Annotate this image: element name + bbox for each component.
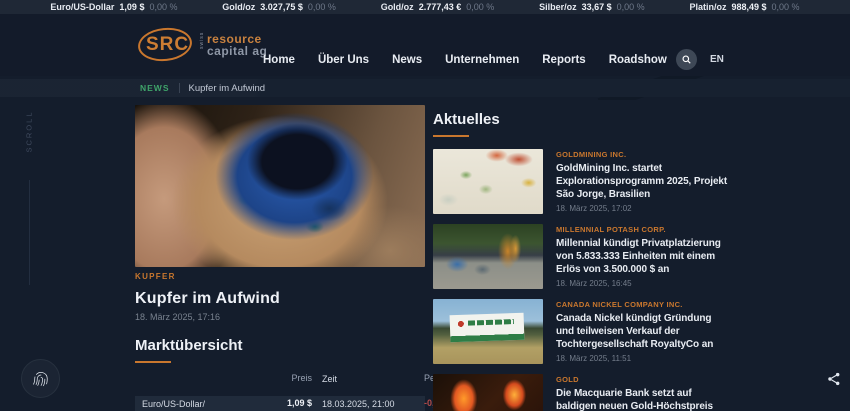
- news-text: GOLD Die Macquarie Bank setzt auf baldig…: [556, 374, 728, 411]
- scroll-line: [29, 180, 30, 285]
- news-thumbnail-canada-nickel-sign: [433, 299, 543, 364]
- breadcrumb-separator: [178, 83, 180, 93]
- instrument-time: 18.03.2025, 21:00: [322, 399, 395, 409]
- logo-acronym: SRC: [146, 34, 190, 55]
- breadcrumb: NEWS Kupfer im Aufwind: [0, 79, 850, 97]
- share-icon: [828, 372, 840, 386]
- commodity-ticker-bar: Euro/US-Dollar 1,09 $ 0,00 % Gold/oz 3.0…: [0, 0, 850, 14]
- aktuelles-sidebar: Aktuelles GOLDMINING INC. GoldMining Inc…: [433, 105, 733, 411]
- breadcrumb-section-news[interactable]: NEWS: [140, 83, 170, 93]
- news-date: 18. März 2025, 11:51: [556, 354, 632, 363]
- news-date: 18. März 2025, 16:45: [556, 279, 632, 288]
- ticker-item-gold-usd: Gold/oz 3.027,75 $ 0,00 %: [222, 2, 336, 12]
- language-switch-en[interactable]: EN: [710, 54, 724, 65]
- ticker-label: Silber/oz: [539, 2, 577, 12]
- news-thumbnail-drill-site: [433, 224, 543, 289]
- ticker-label: Gold/oz: [222, 2, 256, 12]
- ticker-item-silver-usd: Silber/oz 33,67 $ 0,00 %: [539, 2, 645, 12]
- ticker-change: 0,00 %: [616, 2, 645, 12]
- col-instrument: [142, 373, 238, 374]
- market-overview-title: Marktübersicht: [135, 337, 243, 354]
- header-actions: EN: [676, 49, 724, 70]
- news-thumbnail-exploration-map: [433, 149, 543, 214]
- ticker-change: 0,00 %: [307, 2, 336, 12]
- ticker-label: Euro/US-Dollar: [50, 2, 115, 12]
- article-title: Kupfer im Aufwind: [135, 290, 281, 307]
- col-preis: Preis: [291, 373, 312, 383]
- news-title: Die Macquarie Bank setzt auf baldigen ne…: [556, 388, 713, 411]
- market-table-body: Euro/US-Dollar/ 1,09 $ 18.03.2025, 21:00…: [135, 396, 453, 411]
- news-list: GOLDMINING INC. GoldMining Inc. startet …: [433, 149, 733, 411]
- ticker-change: 0,00 %: [771, 2, 800, 12]
- fingerprint-button[interactable]: [21, 359, 60, 398]
- main-content: KUPFER Kupfer im Aufwind 18. März 2025, …: [135, 105, 735, 411]
- instrument-name: Euro/US-Dollar/: [142, 399, 206, 409]
- logo-wordmark: resource capital ag: [207, 33, 267, 57]
- src-logo-mark: SRC: [136, 25, 196, 65]
- sign-board-shape: [449, 312, 525, 343]
- ticker-change: 0,00 %: [466, 2, 495, 12]
- main-navigation: Home Über Uns News Unternehmen Reports R…: [263, 54, 667, 66]
- nav-item-reports[interactable]: Reports: [542, 54, 585, 66]
- nav-item-home[interactable]: Home: [263, 54, 295, 66]
- news-company: GOLD: [556, 375, 579, 384]
- ticker-item-gold-eur: Gold/oz 2.777,43 € 0,00 %: [381, 2, 495, 12]
- market-table: Preis Zeit Perf. % Euro/US-Dollar/ 1,09 …: [135, 371, 453, 411]
- site-header: SRC swiss resource capital ag Home Über …: [0, 14, 850, 76]
- news-title: GoldMining Inc. startet Explorationspro­…: [556, 163, 728, 200]
- news-company: MILLENNIAL POTASH CORP.: [556, 225, 666, 234]
- aktuelles-title: Aktuelles: [433, 111, 500, 128]
- news-item-goldmining[interactable]: GOLDMINING INC. GoldMining Inc. startet …: [433, 149, 733, 214]
- fingerprint-icon: [32, 371, 48, 386]
- section-underline: [135, 361, 171, 363]
- section-underline: [433, 135, 469, 137]
- nav-item-unternehmen[interactable]: Unternehmen: [445, 54, 519, 66]
- page: Euro/US-Dollar 1,09 $ 0,00 % Gold/oz 3.0…: [0, 0, 850, 411]
- instrument-price: 1,09 $: [286, 398, 312, 408]
- src-logo[interactable]: SRC swiss resource capital ag: [136, 25, 267, 65]
- news-title: Millennial kündigt Privatplatzierung von…: [556, 238, 721, 275]
- breadcrumb-current-page: Kupfer im Aufwind: [188, 82, 266, 94]
- ticker-label: Gold/oz: [380, 2, 414, 12]
- ticker-value: 2.777,43 €: [418, 2, 462, 12]
- article-column: KUPFER Kupfer im Aufwind 18. März 2025, …: [135, 105, 453, 411]
- news-title: Canada Nickel kündigt Gründung und teilw…: [556, 313, 714, 350]
- news-text: MILLENNIAL POTASH CORP. Millennial kündi…: [556, 224, 728, 289]
- ticker-value: 33,67 $: [581, 2, 612, 12]
- news-text: GOLDMINING INC. GoldMining Inc. startet …: [556, 149, 728, 214]
- news-company: CANADA NICKEL COMPANY INC.: [556, 300, 683, 309]
- news-text: CANADA NICKEL COMPANY INC. Canada Nickel…: [556, 299, 728, 364]
- ticker-label: Platin/oz: [689, 2, 727, 12]
- search-icon: [682, 55, 691, 64]
- share-button[interactable]: [822, 367, 846, 391]
- col-zeit: Zeit: [322, 374, 338, 384]
- news-company: GOLDMINING INC.: [556, 150, 627, 159]
- article-hero-image-copper-ore: [135, 105, 425, 267]
- news-thumbnail-molten-gold: [433, 374, 543, 411]
- ticker-change: 0,00 %: [149, 2, 178, 12]
- nav-item-roadshow[interactable]: Roadshow: [609, 54, 667, 66]
- scroll-label: SCROLL: [24, 110, 34, 153]
- news-date: 18. März 2025, 17:02: [556, 204, 632, 213]
- scroll-indicator: SCROLL: [9, 110, 49, 285]
- nav-item-ueber-uns[interactable]: Über Uns: [318, 54, 369, 66]
- article-category-tag[interactable]: KUPFER: [135, 272, 425, 281]
- market-row-eur-usd: Euro/US-Dollar/ 1,09 $ 18.03.2025, 21:00…: [135, 396, 453, 411]
- ticker-value: 988,49 $: [731, 2, 767, 12]
- ticker-value: 1,09 $: [119, 2, 145, 12]
- article-date: 18. März 2025, 17:16: [135, 312, 221, 322]
- ticker-value: 3.027,75 $: [260, 2, 303, 12]
- logo-swiss-vertical-text: swiss: [199, 31, 205, 49]
- market-table-header: Preis Zeit Perf. %: [135, 371, 443, 396]
- logo-line-capital-ag: capital ag: [207, 44, 268, 58]
- ticker-item-eur-usd: Euro/US-Dollar 1,09 $ 0,00 %: [50, 2, 177, 12]
- ticker-item-platinum-usd: Platin/oz 988,49 $ 0,00 %: [689, 2, 799, 12]
- nav-item-news[interactable]: News: [392, 54, 422, 66]
- news-item-millennial-potash[interactable]: MILLENNIAL POTASH CORP. Millennial kündi…: [433, 224, 733, 289]
- search-button[interactable]: [676, 49, 697, 70]
- news-item-canada-nickel[interactable]: CANADA NICKEL COMPANY INC. Canada Nickel…: [433, 299, 733, 364]
- news-item-gold-macquarie[interactable]: GOLD Die Macquarie Bank setzt auf baldig…: [433, 374, 733, 411]
